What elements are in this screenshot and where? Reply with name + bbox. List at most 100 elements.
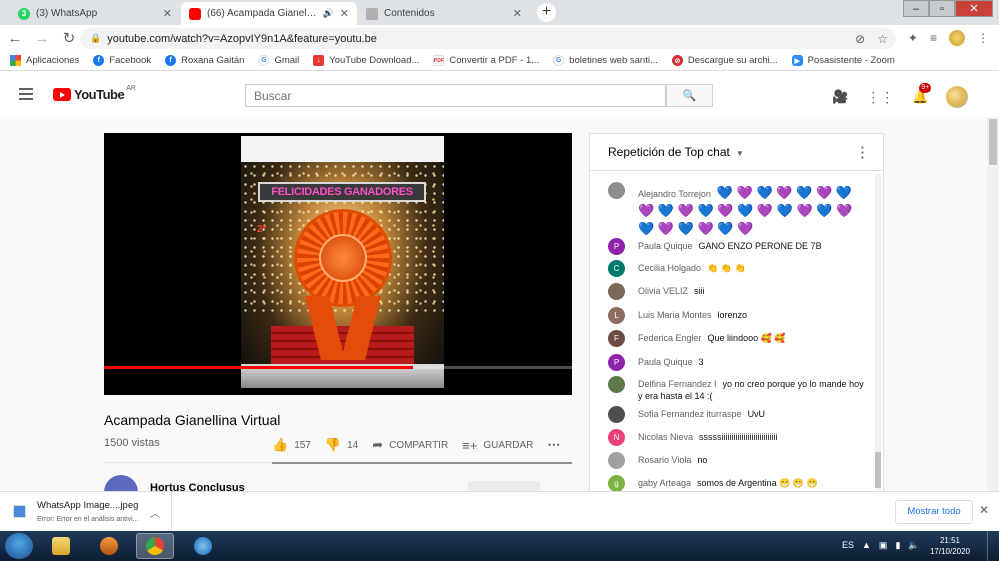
chat-author-name[interactable]: Olivia VELIZ [638, 286, 688, 296]
chat-author-avatar[interactable] [608, 182, 625, 199]
tab-contenidos[interactable]: Contenidos ✕ [358, 2, 530, 25]
blue-heart-icon: 💙 [716, 185, 737, 200]
chat-author-avatar[interactable] [608, 283, 625, 300]
tab-whatsapp[interactable]: 3 (3) WhatsApp ✕ [10, 2, 180, 25]
chat-author-name[interactable]: Luis Maria Montes [638, 310, 712, 320]
video-actions: 👍 157 👎 14 ➦ COMPARTIR ≡+ GUARDAR ⋯ [272, 437, 580, 453]
bookmark-posasistente-zoom[interactable]: ▶ Posasistente - Zoom [791, 55, 895, 66]
like-button[interactable]: 👍 157 [272, 437, 311, 453]
forward-button[interactable]: → [30, 26, 54, 50]
lock-icon[interactable]: 🔒 [90, 33, 101, 44]
chat-author-name[interactable]: Paula Quique [638, 357, 693, 367]
chat-author-name[interactable]: Sofia Fernandez iturraspe [638, 409, 742, 419]
chat-author-name[interactable]: Cecilia Holgado [638, 263, 701, 273]
purple-heart-icon: 💜 [737, 221, 754, 236]
share-button[interactable]: ➦ COMPARTIR [372, 437, 448, 453]
browser-menu-icon[interactable]: ⋮ [977, 31, 989, 45]
bookmark-youtube-download[interactable]: ↓ YouTube Download... [313, 55, 419, 66]
search-input[interactable] [245, 84, 666, 107]
channel-name[interactable]: Hortus Conclusus [150, 482, 245, 491]
channel-avatar[interactable] [104, 475, 138, 491]
maximize-button[interactable]: ▫ [929, 0, 955, 17]
chat-author-avatar[interactable]: F [608, 330, 625, 347]
chat-author-name[interactable]: gaby Arteaga [638, 478, 691, 488]
more-vertical-icon[interactable]: · · · [861, 141, 865, 164]
chat-author-name[interactable]: Nicolas Nieva [638, 432, 693, 442]
chat-author-avatar[interactable]: L [608, 307, 625, 324]
new-tab-button[interactable]: + [537, 3, 556, 22]
start-button[interactable] [5, 533, 33, 559]
more-actions-button[interactable]: ⋯ [547, 437, 566, 453]
chat-author-name[interactable]: Delfina Fernandez I [638, 379, 717, 389]
chat-scroll-thumb[interactable] [875, 452, 881, 488]
chat-author-avatar[interactable]: g [608, 475, 625, 491]
region-code: AR [126, 85, 136, 92]
bookmark-boletines[interactable]: G boletines web santi... [553, 55, 658, 66]
chat-scrollbar[interactable] [875, 174, 881, 490]
video-player[interactable]: FELICIDADES GANADORES 2° [104, 133, 572, 395]
page-scroll-thumb[interactable] [989, 119, 997, 165]
taskbar-media-player[interactable] [90, 533, 128, 559]
subscribe-button[interactable] [468, 481, 540, 491]
dislike-button[interactable]: 👎 14 [325, 437, 358, 453]
page-scrollbar[interactable] [987, 117, 999, 491]
video-progress-bar[interactable] [104, 366, 572, 369]
chat-author-name[interactable]: Rosario Viola [638, 455, 691, 465]
back-button[interactable]: ← [3, 26, 27, 50]
chat-author-name[interactable]: Alejandro Torrejon [638, 189, 711, 199]
search-button[interactable]: 🔍 [666, 84, 713, 107]
notifications-bell-icon[interactable]: 🔔 9+ [912, 83, 932, 105]
close-icon[interactable]: ✕ [513, 7, 522, 20]
apps-grid-icon[interactable]: ⋮⋮ [866, 89, 894, 106]
media-control-icon[interactable]: ≡ [930, 31, 937, 45]
bookmark-convertir-pdf[interactable]: PDF Convertir a PDF - 1... [433, 55, 539, 66]
chat-author-name[interactable]: Federica Engler [638, 333, 702, 343]
chat-author-avatar[interactable]: C [608, 260, 625, 277]
tray-app-icon[interactable]: ▣ [879, 540, 888, 551]
taskbar-explorer[interactable] [42, 533, 80, 559]
reload-button[interactable]: ↻ [57, 26, 81, 50]
chevron-up-icon[interactable]: ︿ [150, 505, 160, 520]
hamburger-menu-icon[interactable] [19, 88, 33, 100]
close-icon[interactable]: ✕ [163, 7, 172, 20]
input-language[interactable]: ES [842, 540, 854, 550]
show-all-downloads-button[interactable]: Mostrar todo [895, 500, 973, 524]
account-avatar[interactable] [946, 86, 969, 108]
bookmark-star-icon[interactable]: ☆ [877, 32, 888, 46]
add-to-playlist-icon: ≡+ [462, 437, 478, 453]
volume-icon[interactable]: 🔈 [908, 540, 919, 551]
taskbar-chrome[interactable] [136, 533, 174, 559]
extensions-icon[interactable]: ✦ [908, 31, 918, 45]
network-signal-icon[interactable]: ▮ [895, 540, 900, 551]
download-item[interactable]: WhatsApp Image....jpeg Error: Error en e… [0, 492, 172, 532]
address-bar[interactable]: 🔒 youtube.com/watch?v=AzopvIY9n1A&featur… [80, 28, 896, 49]
bookmark-descargue[interactable]: ⊘ Descargue su archi... [671, 55, 778, 66]
bookmark-facebook[interactable]: f Facebook [93, 55, 151, 66]
close-icon[interactable]: ✕ [340, 7, 349, 20]
chat-mode-dropdown[interactable]: Repetición de Top chat ▼ [608, 145, 744, 159]
bookmark-aplicaciones[interactable]: Aplicaciones [10, 55, 79, 66]
camera-blocked-icon[interactable]: ⊘ [855, 32, 865, 46]
close-icon[interactable]: ✕ [979, 503, 989, 517]
chat-author-avatar[interactable] [608, 406, 625, 423]
save-button[interactable]: ≡+ GUARDAR [462, 438, 533, 453]
youtube-logo[interactable]: YouTube AR [53, 85, 136, 102]
chat-author-avatar[interactable]: P [608, 238, 625, 255]
window-close-button[interactable]: ✕ [955, 0, 993, 17]
taskbar-internet-explorer[interactable] [184, 533, 222, 559]
bookmark-gmail[interactable]: G Gmail [258, 55, 299, 66]
speaker-icon[interactable]: 🔊 [323, 8, 334, 19]
create-video-icon[interactable]: 🎥 [832, 89, 848, 105]
show-desktop-button[interactable] [987, 531, 999, 561]
profile-avatar[interactable] [949, 30, 965, 46]
minimize-button[interactable]: – [903, 0, 929, 17]
chat-author-name[interactable]: Paula Quique [638, 241, 693, 251]
bookmark-roxana-gaitan[interactable]: f Roxana Gaitán [165, 55, 244, 66]
chat-author-avatar[interactable] [608, 376, 625, 393]
chat-author-avatar[interactable]: N [608, 429, 625, 446]
taskbar-clock[interactable]: 21:51 17/10/2020 [924, 535, 976, 557]
chat-author-avatar[interactable] [608, 452, 625, 469]
tray-expand-icon[interactable]: ▲ [862, 540, 871, 551]
chat-author-avatar[interactable]: P [608, 354, 625, 371]
tab-youtube-video[interactable]: (66) Acampada Gianellina Vi 🔊 ✕ [181, 2, 357, 25]
